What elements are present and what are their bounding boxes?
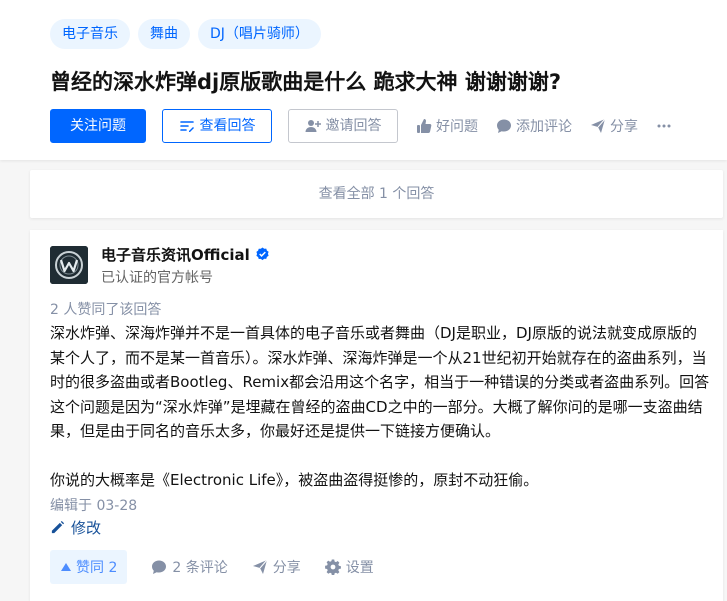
- triangle-up-icon: [61, 563, 71, 571]
- topic-tag[interactable]: 舞曲: [138, 19, 190, 49]
- follow-question-label: 关注问题: [70, 118, 126, 134]
- invite-answer-label: 邀请回答: [325, 118, 382, 134]
- author-name[interactable]: 电子音乐资讯Official: [101, 244, 270, 265]
- modify-button[interactable]: 修改: [50, 517, 101, 538]
- share-answer-button[interactable]: 分享: [252, 557, 301, 577]
- question-actions: 关注问题 查看回答 邀请回答 好问题 添加评论 分享: [50, 109, 676, 143]
- more-button[interactable]: [656, 118, 676, 134]
- settings-button[interactable]: 设置: [324, 557, 374, 577]
- view-all-answers-link[interactable]: 查看全部 1 个回答: [30, 170, 723, 218]
- invite-answer-button[interactable]: 邀请回答: [288, 109, 398, 143]
- author-name-text: 电子音乐资讯Official: [101, 246, 250, 264]
- more-icon: [657, 124, 671, 128]
- comments-label: 2 条评论: [172, 560, 228, 576]
- comment-icon: [152, 560, 167, 574]
- thumbs-up-icon: [417, 119, 432, 133]
- gear-icon: [324, 559, 341, 575]
- invite-user-icon: [305, 120, 321, 132]
- answer-paragraph: 你说的大概率是《Electronic Life》，被盗曲盗得挺惨的，原封不动狂偷…: [50, 471, 539, 489]
- follow-question-button[interactable]: 关注问题: [50, 109, 146, 143]
- good-question-button[interactable]: 好问题: [416, 116, 478, 136]
- pencil-icon: [51, 520, 65, 534]
- add-comment-label: 添加评论: [516, 119, 572, 135]
- write-icon: [179, 121, 194, 132]
- share-question-button[interactable]: 分享: [590, 116, 638, 136]
- question-title[interactable]: 曾经的深水炸弹dj原版歌曲是什么 跪求大神 谢谢谢谢?: [50, 66, 561, 96]
- share-icon: [252, 559, 268, 574]
- topic-tags: 电子音乐 舞曲 DJ（唱片骑师）: [50, 19, 321, 49]
- view-answers-button[interactable]: 查看回答: [162, 109, 272, 143]
- voters-count[interactable]: 2 人赞同了该回答: [50, 299, 161, 319]
- topic-tag[interactable]: DJ（唱片骑师）: [198, 19, 321, 49]
- answer-card: 电子音乐资讯Official 已认证的官方帐号 2 人赞同了该回答 深水炸弹、深…: [30, 230, 723, 601]
- verified-badge-icon: [256, 247, 269, 261]
- view-answers-label: 查看回答: [199, 118, 256, 134]
- upvote-button[interactable]: 赞同 2: [50, 550, 128, 584]
- share-question-label: 分享: [610, 119, 638, 135]
- author-description: 已认证的官方帐号: [101, 270, 213, 286]
- question-header: 电子音乐 舞曲 DJ（唱片骑师） 曾经的深水炸弹dj原版歌曲是什么 跪求大神 谢…: [0, 0, 727, 160]
- upvote-label: 赞同 2: [76, 560, 118, 576]
- add-comment-button[interactable]: 添加评论: [496, 116, 572, 136]
- answer-actions: 赞同 2 2 条评论 分享 设置: [50, 550, 374, 584]
- topic-tag[interactable]: 电子音乐: [50, 19, 130, 49]
- answer-paragraph: 深水炸弹、深海炸弹并不是一首具体的电子音乐或者舞曲（DJ是职业，DJ原版的说法就…: [50, 324, 710, 440]
- share-answer-label: 分享: [272, 560, 301, 576]
- answer-content: 深水炸弹、深海炸弹并不是一首具体的电子音乐或者舞曲（DJ是职业，DJ原版的说法就…: [50, 321, 710, 493]
- avatar[interactable]: [50, 246, 88, 284]
- modify-label: 修改: [71, 519, 102, 537]
- comments-button[interactable]: 2 条评论: [151, 557, 228, 577]
- brand-logo-icon: [50, 246, 88, 284]
- comment-icon: [497, 119, 511, 133]
- edit-time[interactable]: 编辑于 03-28: [50, 495, 137, 515]
- settings-label: 设置: [345, 560, 374, 576]
- good-question-label: 好问题: [436, 119, 478, 135]
- share-icon: [591, 118, 606, 133]
